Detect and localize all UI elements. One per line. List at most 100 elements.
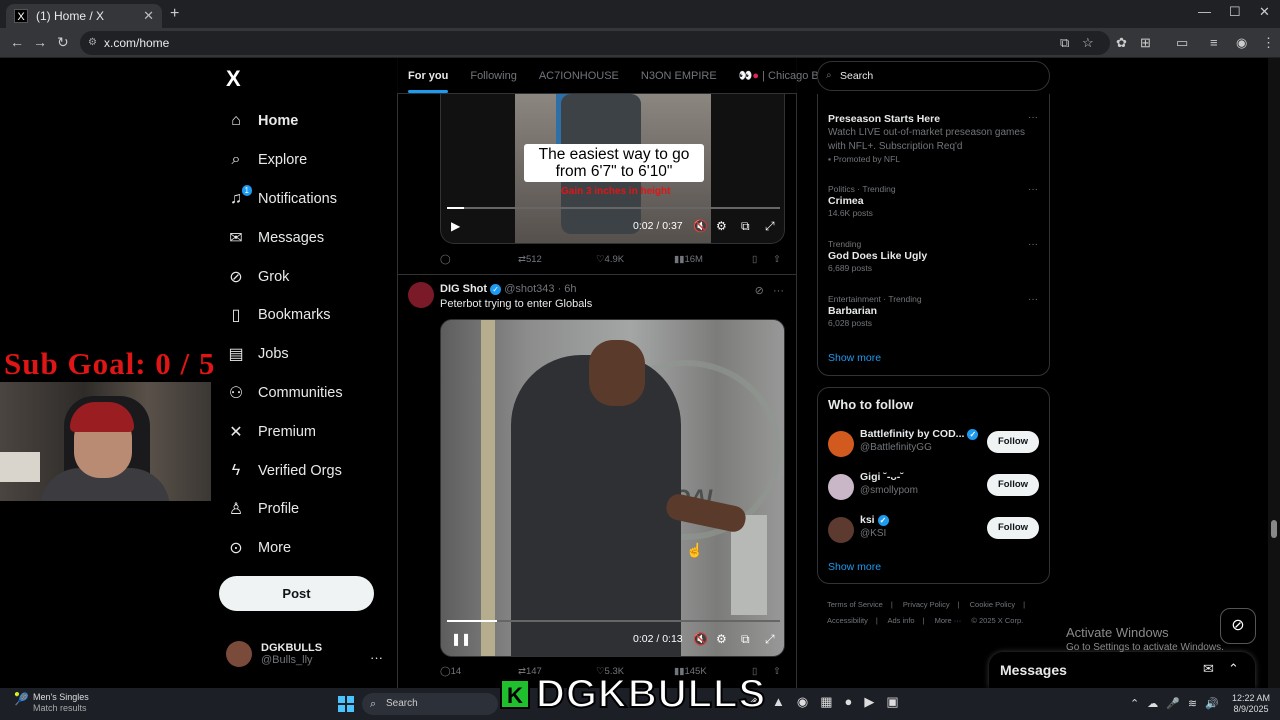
promo-trend[interactable]: Preseason Starts Here Watch LIVE out-of-… [828, 112, 1038, 164]
extension-icon[interactable]: ✿ [1116, 35, 1127, 51]
sidebar-item-home[interactable]: ⌂ Home [226, 102, 343, 141]
tab-n3on-empire[interactable]: N3ON EMPIRE [630, 58, 728, 93]
new-message-icon[interactable]: ✉ [1203, 661, 1214, 677]
sidebar-item-profile[interactable]: ♙ Profile [226, 490, 343, 529]
sidebar-item-communities[interactable]: ⚇ Communities [226, 374, 343, 413]
volume-icon[interactable]: 🔊 [1205, 698, 1219, 710]
mic-icon[interactable]: 🎤 [1166, 698, 1180, 710]
wifi-icon[interactable]: ≋ [1188, 698, 1197, 710]
account-more-icon[interactable]: ··· [370, 650, 383, 665]
more-icon[interactable]: ··· [773, 285, 784, 297]
sidebar-item-bookmarks[interactable]: ▯ Bookmarks [226, 296, 343, 335]
views-button[interactable]: ▮▮ 16M [674, 254, 703, 265]
mute-icon[interactable]: 🔇 [693, 219, 708, 233]
more-icon[interactable]: ··· [1028, 239, 1038, 250]
forward-icon[interactable]: → [33, 34, 47, 50]
footer-link[interactable]: More ··· [935, 616, 962, 625]
app-icon[interactable]: ▣ [886, 694, 898, 709]
trend-item[interactable]: Politics · Trending Crimea 14.6K posts ·… [828, 184, 1038, 218]
close-tab-icon[interactable]: ✕ [143, 8, 154, 24]
tweet-author-name[interactable]: DIG Shot [440, 283, 487, 295]
tweet-age[interactable]: 6h [564, 283, 576, 295]
media-icon[interactable]: ≡ [1210, 35, 1218, 50]
more-icon[interactable]: ··· [1028, 184, 1038, 195]
search-input[interactable]: ⌕ Search [817, 61, 1050, 91]
app-icon[interactable]: ● [845, 694, 853, 709]
tweet1-video[interactable]: The easiest way to go from 6'7" to 6'10"… [440, 94, 785, 244]
follow-suggestion[interactable]: Gigi ˘-ᴗ-˘ @smollypom Follow [828, 471, 1040, 505]
footer-link[interactable]: Terms of Service [827, 600, 883, 609]
expand-icon[interactable]: ⌃ [1228, 661, 1239, 677]
mute-icon[interactable]: 🔇 [693, 632, 708, 646]
like-button[interactable]: ♡ 4.9K [596, 254, 624, 265]
sidebar-item-grok[interactable]: ⊘ Grok [226, 257, 343, 296]
new-tab-icon[interactable]: + [170, 5, 179, 23]
tab-following[interactable]: Following [459, 58, 527, 93]
pause-icon[interactable]: ❚❚ [451, 632, 471, 646]
chrome-icon[interactable]: ◉ [797, 694, 808, 709]
follow-button[interactable]: Follow [987, 431, 1039, 453]
follow-button[interactable]: Follow [987, 517, 1039, 539]
reload-icon[interactable]: ↻ [57, 34, 69, 51]
settings-icon[interactable]: ⚙ [716, 219, 727, 233]
more-icon[interactable]: ··· [1028, 294, 1038, 305]
vlc-icon[interactable]: ▲ [772, 694, 785, 709]
play-icon[interactable]: ▶ [451, 219, 460, 233]
cloud-icon[interactable]: ☁ [1147, 698, 1158, 710]
page-scrollbar[interactable] [1268, 58, 1280, 688]
sidebar-item-jobs[interactable]: ▤ Jobs [226, 335, 343, 374]
tab-for-you[interactable]: For you [397, 58, 459, 93]
video-progress[interactable] [447, 207, 780, 209]
post-button[interactable]: Post [219, 576, 374, 611]
pip-icon[interactable]: ⧉ [741, 219, 750, 234]
follow-button[interactable]: Follow [987, 474, 1039, 496]
tweet-author-handle[interactable]: @shot343 [504, 283, 554, 295]
footer-link[interactable]: Privacy Policy [903, 600, 950, 609]
tweet2-video[interactable]: GOAL ❚❚ 0:02 / 0:13 🔇 ⚙ ⧉ ⤢ [440, 319, 785, 657]
close-window-icon[interactable]: ✕ [1259, 4, 1270, 20]
settings-icon[interactable]: ⚙ [716, 632, 727, 646]
reply-button[interactable]: ◯ 14 [440, 666, 461, 677]
sidebar-item-premium[interactable]: ✕ Premium [226, 412, 343, 451]
footer-link[interactable]: Cookie Policy [970, 600, 1015, 609]
minimize-icon[interactable]: — [1198, 4, 1211, 19]
show-more-follow-link[interactable]: Show more [828, 561, 881, 573]
follow-suggestion[interactable]: ksi ✓ @KSI Follow [828, 514, 1040, 548]
x-logo[interactable]: X [226, 66, 241, 92]
cast-icon[interactable]: ⧉ [1060, 35, 1069, 51]
windows-start-icon[interactable] [338, 696, 354, 712]
messages-drawer[interactable]: Messages ✉ ⌃ [989, 652, 1255, 688]
trend-item[interactable]: Entertainment · Trending Barbarian 6,028… [828, 294, 1038, 328]
bookmark-icon[interactable]: ▯ [752, 254, 757, 265]
widgets-button[interactable]: 🎾 Men's Singles Match results [14, 692, 89, 714]
pip-icon[interactable]: ⧉ [741, 632, 750, 647]
scrollbar-thumb[interactable] [1271, 520, 1277, 538]
share-icon[interactable]: ⇧ [773, 666, 781, 677]
url-field[interactable]: ⚙ x.com/home [80, 31, 1110, 55]
sidebar-item-notifications[interactable]: ♫ 1 Notifications [226, 180, 343, 219]
footer-link[interactable]: Accessibility [827, 616, 868, 625]
back-icon[interactable]: ← [10, 34, 24, 50]
sidebar-item-more[interactable]: ⊙ More [226, 529, 343, 568]
trend-item[interactable]: Trending God Does Like Ugly 6,689 posts … [828, 239, 1038, 273]
star-icon[interactable]: ☆ [1082, 35, 1094, 51]
maximize-icon[interactable]: ☐ [1229, 4, 1241, 20]
sidebar-item-explore[interactable]: ⌕ Explore [226, 141, 343, 180]
retweet-button[interactable]: ⇄ 512 [518, 254, 542, 265]
excel-icon[interactable]: ▦ [820, 694, 832, 709]
browser-tab[interactable]: X (1) Home / X ✕ [6, 4, 162, 28]
media-player-icon[interactable]: ▶ [864, 694, 874, 709]
video-progress[interactable] [447, 620, 780, 622]
account-switcher[interactable]: DGKBULLS @Bulls_lly [226, 641, 322, 667]
sidebar-item-verified-orgs[interactable]: ϟ Verified Orgs [226, 451, 343, 490]
reply-icon[interactable]: ◯ [440, 254, 451, 265]
grok-fab-icon[interactable]: ⊘ [1220, 608, 1256, 644]
puzzle-icon[interactable]: ⊞ [1140, 35, 1151, 51]
fullscreen-icon[interactable]: ⤢ [765, 632, 775, 647]
site-info-icon[interactable]: ⚙ [88, 31, 97, 55]
footer-link[interactable]: Ads info [887, 616, 914, 625]
chevron-up-icon[interactable]: ⌃ [1130, 698, 1139, 710]
taskbar-search[interactable]: ⌕ Search [362, 693, 498, 715]
tab-ac7ionhouse[interactable]: AC7IONHOUSE [528, 58, 630, 93]
share-icon[interactable]: ⇧ [773, 254, 781, 265]
